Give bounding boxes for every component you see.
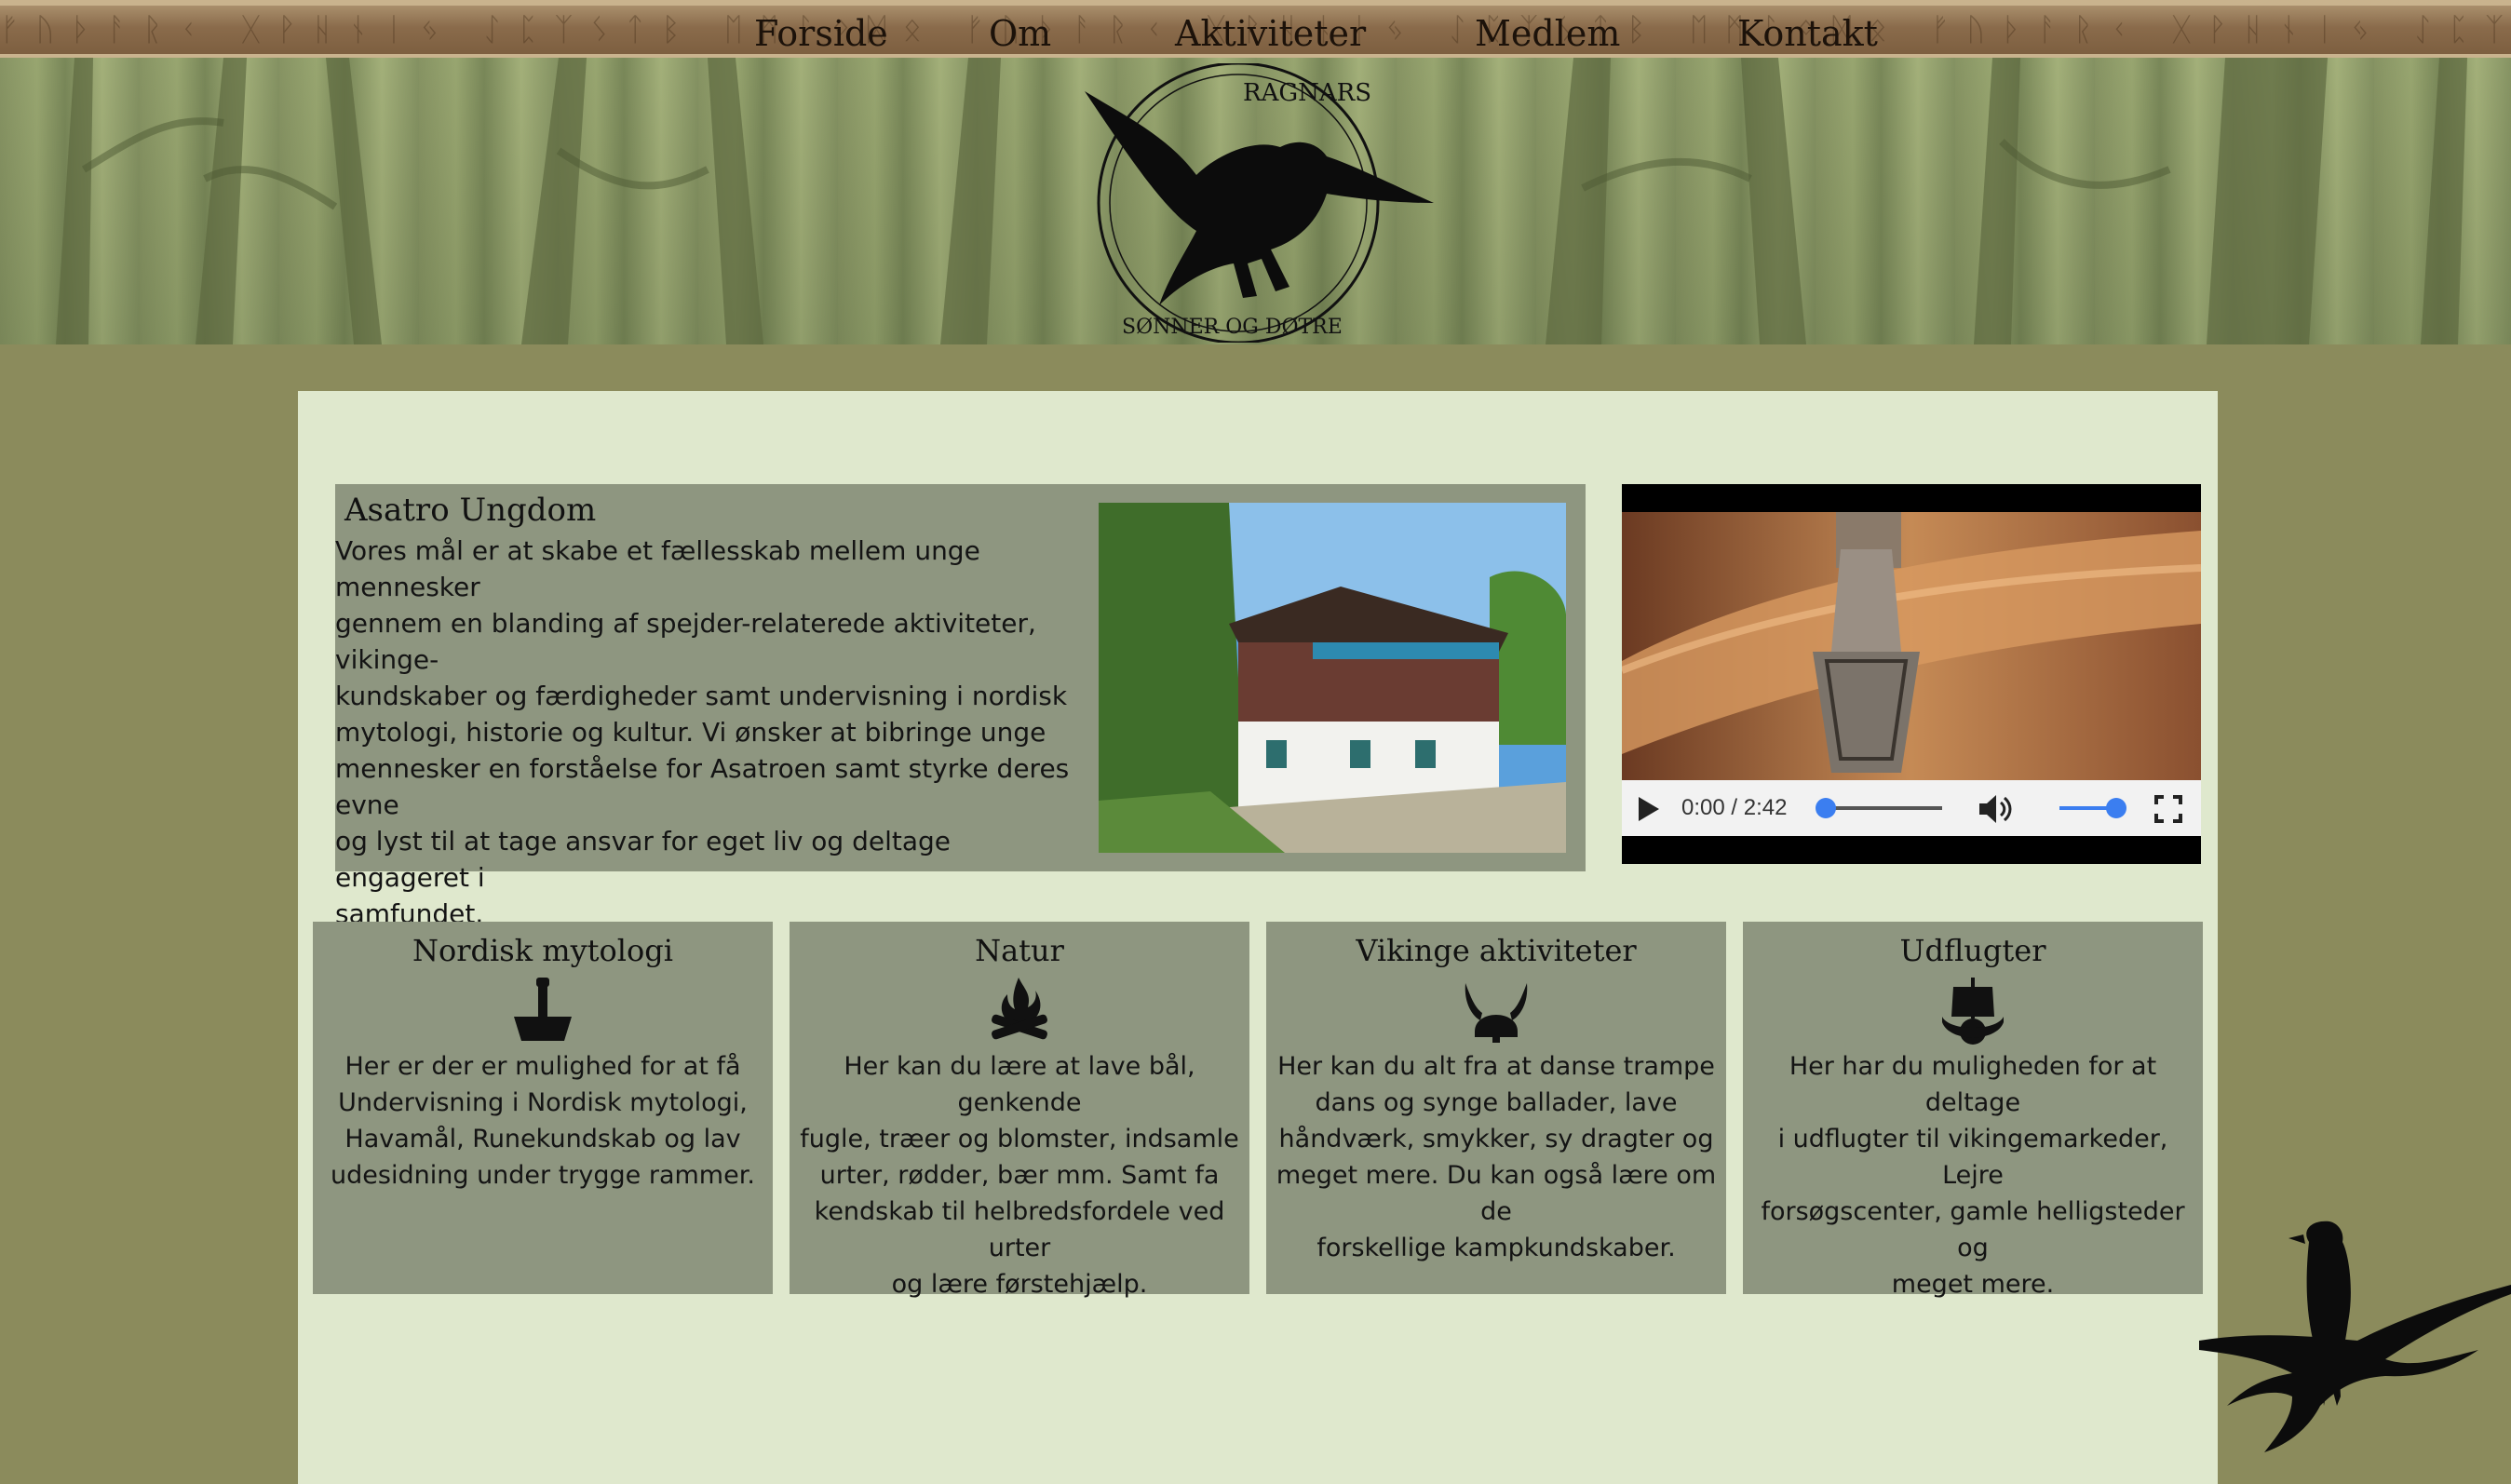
card-vikinge-aktiviteter: Vikinge aktiviteter Her kan du alt fra a… (1266, 922, 1726, 1294)
main-content-panel: Asatro Ungdom Vores mål er at skabe et f… (298, 391, 2218, 1484)
card-text-line: meget mere. (1891, 1270, 2055, 1299)
video-thumbnail[interactable] (1622, 512, 2201, 789)
about-text-line: gennem en blanding af spejder-relaterede… (335, 608, 1036, 675)
logo-text-bottom: SØNNER OG DØTRE (1122, 316, 1343, 339)
card-text-line: håndværk, smykker, sy dragter og (1278, 1125, 1714, 1153)
card-text-line: forsøgscenter, gamle helligsteder og (1761, 1197, 2185, 1262)
fullscreen-icon[interactable] (2154, 795, 2182, 823)
volume-handle[interactable] (2106, 798, 2126, 818)
volume-icon[interactable] (1978, 793, 2015, 825)
card-text-line: Undervisning i Nordisk mytologi, (338, 1088, 748, 1117)
card-text-line: og lære førstehjælp. (891, 1270, 1148, 1299)
video-progress-handle[interactable] (1816, 798, 1836, 818)
logo-text-top: RAGNARS (1243, 79, 1371, 107)
card-text-line: urter, rødder, bær mm. Samt fa (819, 1161, 1220, 1190)
nav-item-kontakt[interactable]: Kontakt (1737, 9, 1878, 58)
campfire-icon (992, 978, 1047, 1040)
card-text-line: i udflugter til vikingemarkeder, Lejre (1777, 1125, 2168, 1190)
card-text-line: kendskab til helbredsfordele ved urter (814, 1197, 1225, 1262)
card-text-line: Her kan du alt fra at danse trampe (1277, 1052, 1715, 1081)
video-time: 0:00 / 2:42 (1681, 795, 1788, 820)
raven-on-branch-icon (2199, 1221, 2511, 1452)
nav-item-medlem[interactable]: Medlem (1475, 9, 1620, 58)
card-text-line: forskellige kampkundskaber. (1316, 1234, 1676, 1262)
card-text-line: meget mere. Du kan også lære om de (1276, 1161, 1717, 1226)
card-title: Nordisk mytologi (412, 933, 674, 968)
card-nordisk-mytologi: Nordisk mytologi Her er der er mulighed … (313, 922, 773, 1294)
thors-hammer-icon (514, 978, 572, 1041)
card-text-line: Her kan du lære at lave bål, genkende (844, 1052, 1195, 1117)
about-text-line: mytologi, historie og kultur. Vi ønsker … (335, 717, 1046, 748)
header-banner: RAGNARS SØNNER OG DØTRE (0, 58, 2511, 344)
about-text-line: kundskaber og færdigheder samt undervisn… (335, 681, 1068, 711)
play-icon[interactable] (1639, 797, 1659, 821)
nav-item-forside[interactable]: Forside (754, 9, 888, 58)
video-player[interactable]: 0:00 / 2:42 (1622, 484, 2201, 864)
card-text-line: Havamål, Runekundskab og lav (344, 1125, 741, 1153)
card-text-line: fugle, træer og blomster, indsamle (800, 1125, 1239, 1153)
card-text: Her er der er mulighed for at få Undervi… (315, 1048, 771, 1194)
card-text-line: Her har du muligheden for at deltage (1789, 1052, 2157, 1117)
ragnars-raven-logo[interactable]: RAGNARS SØNNER OG DØTRE (1075, 63, 1438, 343)
top-navigation-bar: ᚠᚢᚦᚨᚱᚲ ᚷᚹᚺᚾᛁᛃ ᛇᛈᛉᛊᛏᛒ ᛖᛗᛚᛜᛞᛟ ᚠᚢᚦᚨᚱᚲ ᚷᚹᚺᚾᛁ… (0, 0, 2511, 58)
viking-helmet-icon (1465, 983, 1528, 1043)
house-photo (1099, 503, 1566, 853)
card-text-line: dans og synge ballader, lave (1315, 1088, 1678, 1117)
viking-ship-icon (1942, 978, 2004, 1045)
card-text-line: udesidning under trygge rammer. (331, 1161, 755, 1190)
card-natur: Natur Her kan du lære at lave bål, genke… (790, 922, 1249, 1299)
about-title: Asatro Ungdom (344, 492, 597, 529)
card-text: Her kan du lære at lave bål, genkende fu… (791, 1048, 1248, 1302)
about-text: Vores mål er at skabe et fællesskab mell… (335, 533, 1080, 932)
about-text-line: mennesker en forståelse for Asatroen sam… (335, 753, 1070, 820)
card-text: Her har du muligheden for at deltage i u… (1745, 1048, 2201, 1302)
nav-item-om[interactable]: Om (989, 9, 1051, 58)
video-controls: 0:00 / 2:42 (1622, 780, 2201, 836)
card-title: Natur (975, 933, 1064, 968)
card-title: Udflugter (1899, 933, 2046, 968)
card-text-line: Her er der er mulighed for at få (344, 1052, 741, 1081)
about-text-line: Vores mål er at skabe et fællesskab mell… (335, 535, 980, 602)
card-title: Vikinge aktiviteter (1356, 933, 1637, 968)
video-progress-bar[interactable] (1821, 806, 1942, 810)
about-text-line: og lyst til at tage ansvar for eget liv … (335, 826, 952, 893)
card-udflugter: Udflugter Her har du muligheden for at d… (1743, 922, 2203, 1299)
card-text: Her kan du alt fra at danse trampe dans … (1268, 1048, 1724, 1266)
about-section: Asatro Ungdom Vores mål er at skabe et f… (335, 484, 1586, 929)
nav-item-aktiviteter[interactable]: Aktiviteter (1175, 9, 1366, 58)
